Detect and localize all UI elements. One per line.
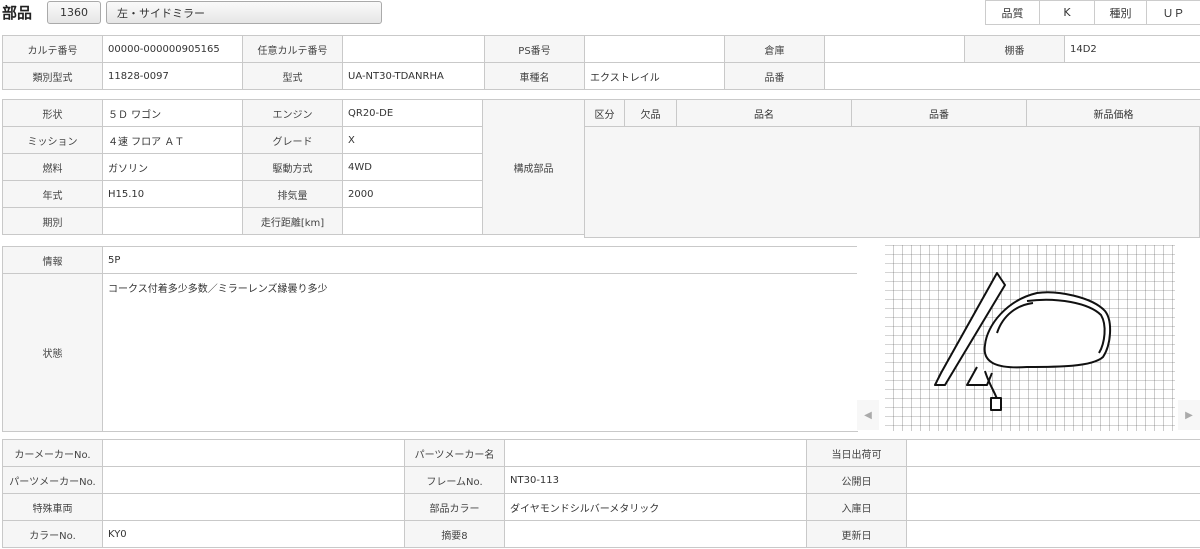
part-image-viewer [857, 245, 1200, 431]
components-header-category: 区分 [584, 99, 625, 127]
class-value: 11828-0097 [102, 62, 243, 90]
kind-value: ＵＰ [1147, 0, 1200, 25]
special-label: 特殊車両 [2, 493, 103, 521]
state-value: コークス付着多少多数／ミラーレンズ縁曇り多少 [102, 273, 858, 432]
karte-info-table: カルテ番号 00000-000000905165 任意カルテ番号 PS番号 倉庫… [2, 35, 1200, 90]
karte-label: カルテ番号 [2, 35, 103, 63]
update-value [906, 520, 1200, 548]
components-table: 区分 欠品 品名 品番 新品価格 [584, 99, 1200, 127]
color-no-label: カラーNo. [2, 520, 103, 548]
shape-value: ５Ｄ ワゴン [102, 99, 243, 127]
class-label: 類別型式 [2, 62, 103, 90]
any-karte-value [342, 35, 485, 63]
car-maker-value [102, 439, 405, 467]
fuel-value: ガソリン [102, 153, 243, 181]
vehicle-info-table: 形状 ５Ｄ ワゴン エンジン QR20-DE 構成部品 ミッション ４速 フロア… [2, 99, 585, 235]
grade-label: グレード [242, 126, 343, 154]
update-label: 更新日 [806, 520, 907, 548]
model-value: UA-NT30-TDANRHA [342, 62, 485, 90]
part-name-button[interactable]: 左・サイドミラー [106, 1, 382, 24]
stock-label: 入庫日 [806, 493, 907, 521]
grade-value: X [342, 126, 483, 154]
part-code-button[interactable]: 1360 [47, 1, 101, 24]
parts-maker-no-label: パーツメーカーNo. [2, 466, 103, 494]
summary-label: 摘要8 [404, 520, 505, 548]
parts-maker-no-value [102, 466, 405, 494]
ps-label: PS番号 [484, 35, 585, 63]
partno-label: 品番 [724, 62, 825, 90]
drive-value: 4WD [342, 153, 483, 181]
special-value [102, 493, 405, 521]
car-maker-label: カーメーカーNo. [2, 439, 103, 467]
kind-label: 種別 [1095, 0, 1147, 25]
chevron-right-icon[interactable]: ▶ [1178, 400, 1200, 430]
public-value [906, 466, 1200, 494]
parts-maker-label: パーツメーカー名 [404, 439, 505, 467]
quality-value: K [1040, 0, 1095, 25]
model-label: 型式 [242, 62, 343, 90]
info-label: 情報 [2, 246, 103, 274]
public-label: 公開日 [806, 466, 907, 494]
side-mirror-image [885, 245, 1175, 431]
same-day-value [906, 439, 1200, 467]
frame-value: NT30-113 [504, 466, 807, 494]
shelf-label: 棚番 [964, 35, 1065, 63]
engine-value: QR20-DE [342, 99, 483, 127]
components-header-name: 品名 [676, 99, 852, 127]
shape-label: 形状 [2, 99, 103, 127]
mileage-label: 走行距離[km] [242, 207, 343, 235]
mission-value: ４速 フロア ＡＴ [102, 126, 243, 154]
engine-label: エンジン [242, 99, 343, 127]
same-day-label: 当日出荷可 [806, 439, 907, 467]
color-no-value: KY0 [102, 520, 405, 548]
period-label: 期別 [2, 207, 103, 235]
notes-table: 情報 5P 状態 コークス付着多少多数／ミラーレンズ縁曇り多少 [2, 246, 858, 432]
mission-label: ミッション [2, 126, 103, 154]
any-karte-label: 任意カルテ番号 [242, 35, 343, 63]
warehouse-value [824, 35, 965, 63]
color-part-label: 部品カラー [404, 493, 505, 521]
summary-value [504, 520, 807, 548]
car-label: 車種名 [484, 62, 585, 90]
drive-label: 駆動方式 [242, 153, 343, 181]
parts-detail-table: カーメーカーNo. パーツメーカー名 当日出荷可 パーツメーカーNo. フレーム… [2, 439, 1200, 548]
fuel-label: 燃料 [2, 153, 103, 181]
shelf-value: 14D2 [1064, 35, 1200, 63]
chevron-left-icon[interactable]: ◀ [857, 400, 879, 430]
karte-value: 00000-000000905165 [102, 35, 243, 63]
state-label: 状態 [2, 273, 103, 432]
mileage-value [342, 207, 483, 235]
stock-value [906, 493, 1200, 521]
year-label: 年式 [2, 180, 103, 208]
parts-maker-value [504, 439, 807, 467]
color-part-value: ダイヤモンドシルバーメタリック [504, 493, 807, 521]
page-title: 部品 [2, 4, 33, 22]
info-value: 5P [102, 246, 858, 274]
components-header-price: 新品価格 [1026, 99, 1200, 127]
ps-value [584, 35, 725, 63]
components-label: 構成部品 [482, 99, 585, 235]
year-value: H15.10 [102, 180, 243, 208]
components-header-missing: 欠品 [624, 99, 677, 127]
quality-label: 品質 [985, 0, 1040, 25]
car-value: エクストレイル [584, 62, 725, 90]
period-value [102, 207, 243, 235]
components-header-partno: 品番 [851, 99, 1027, 127]
warehouse-label: 倉庫 [724, 35, 825, 63]
displacement-value: 2000 [342, 180, 483, 208]
frame-label: フレームNo. [404, 466, 505, 494]
partno-value [824, 62, 1200, 90]
displacement-label: 排気量 [242, 180, 343, 208]
